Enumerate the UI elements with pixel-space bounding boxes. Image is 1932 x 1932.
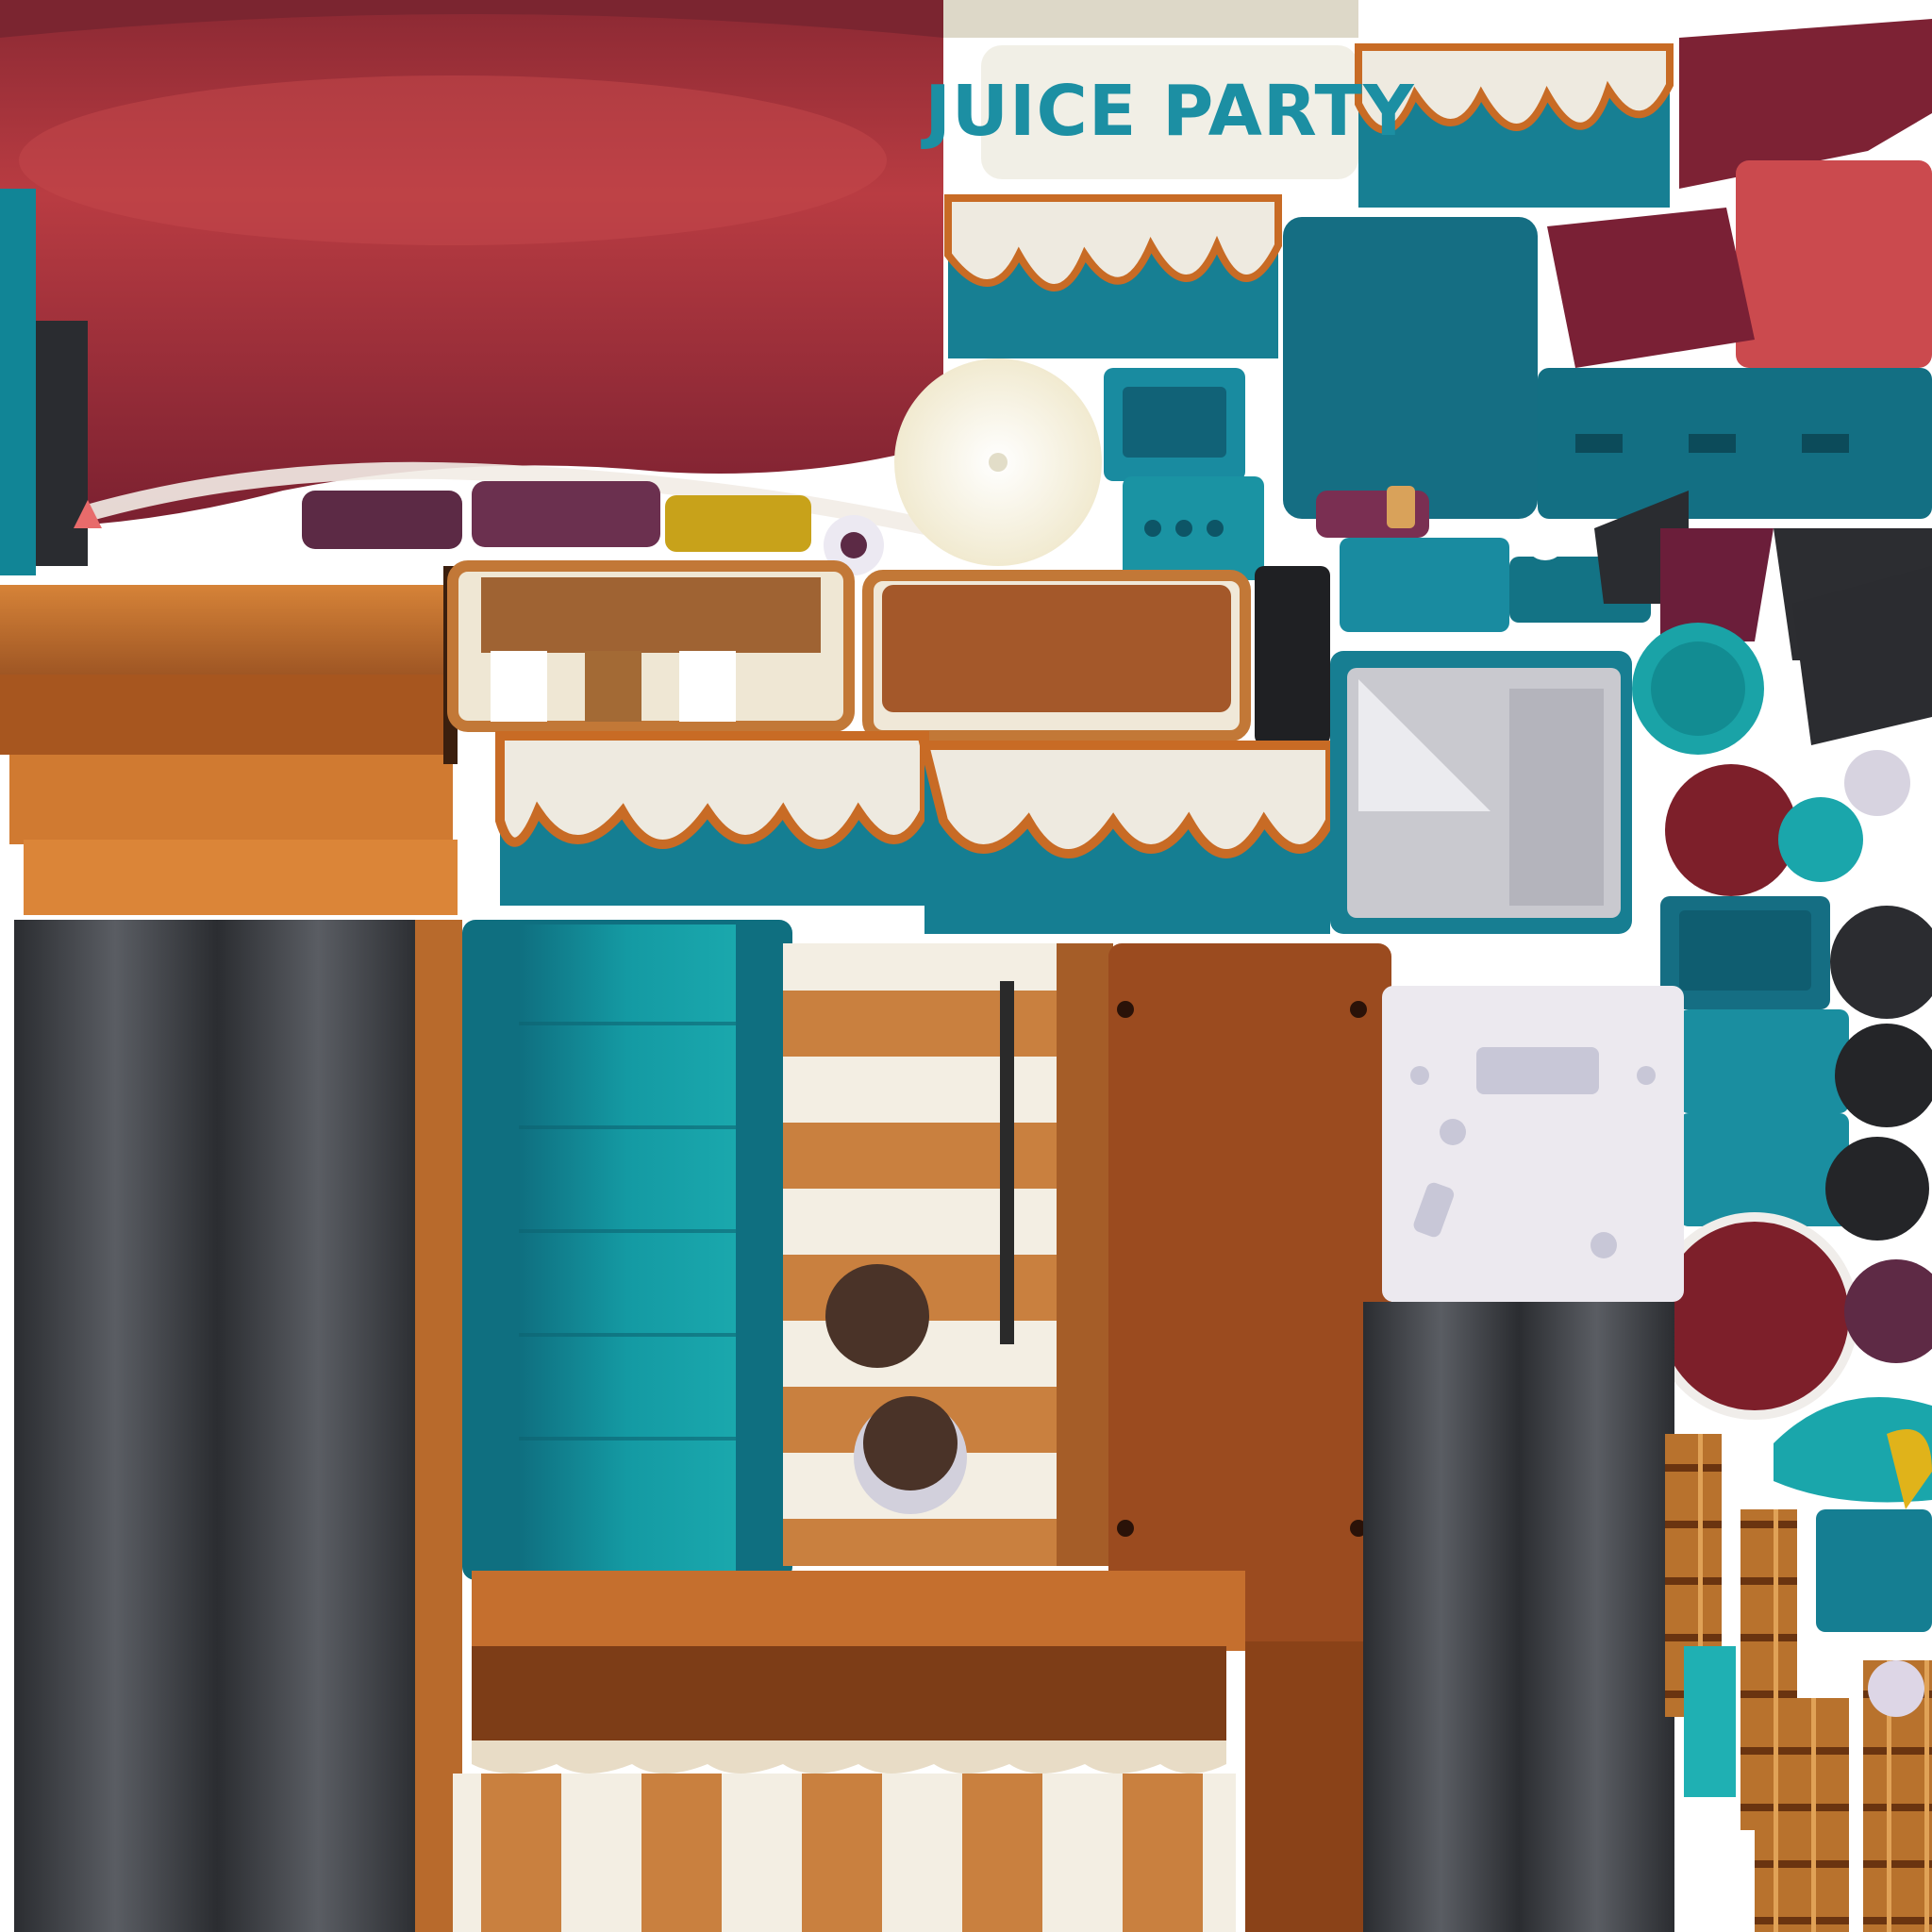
speaker-icon bbox=[1000, 981, 1014, 1344]
sign-text: JUICE PARTY bbox=[924, 71, 1415, 152]
awning-canopy bbox=[0, 0, 943, 537]
texture-atlas bbox=[0, 0, 1932, 1932]
